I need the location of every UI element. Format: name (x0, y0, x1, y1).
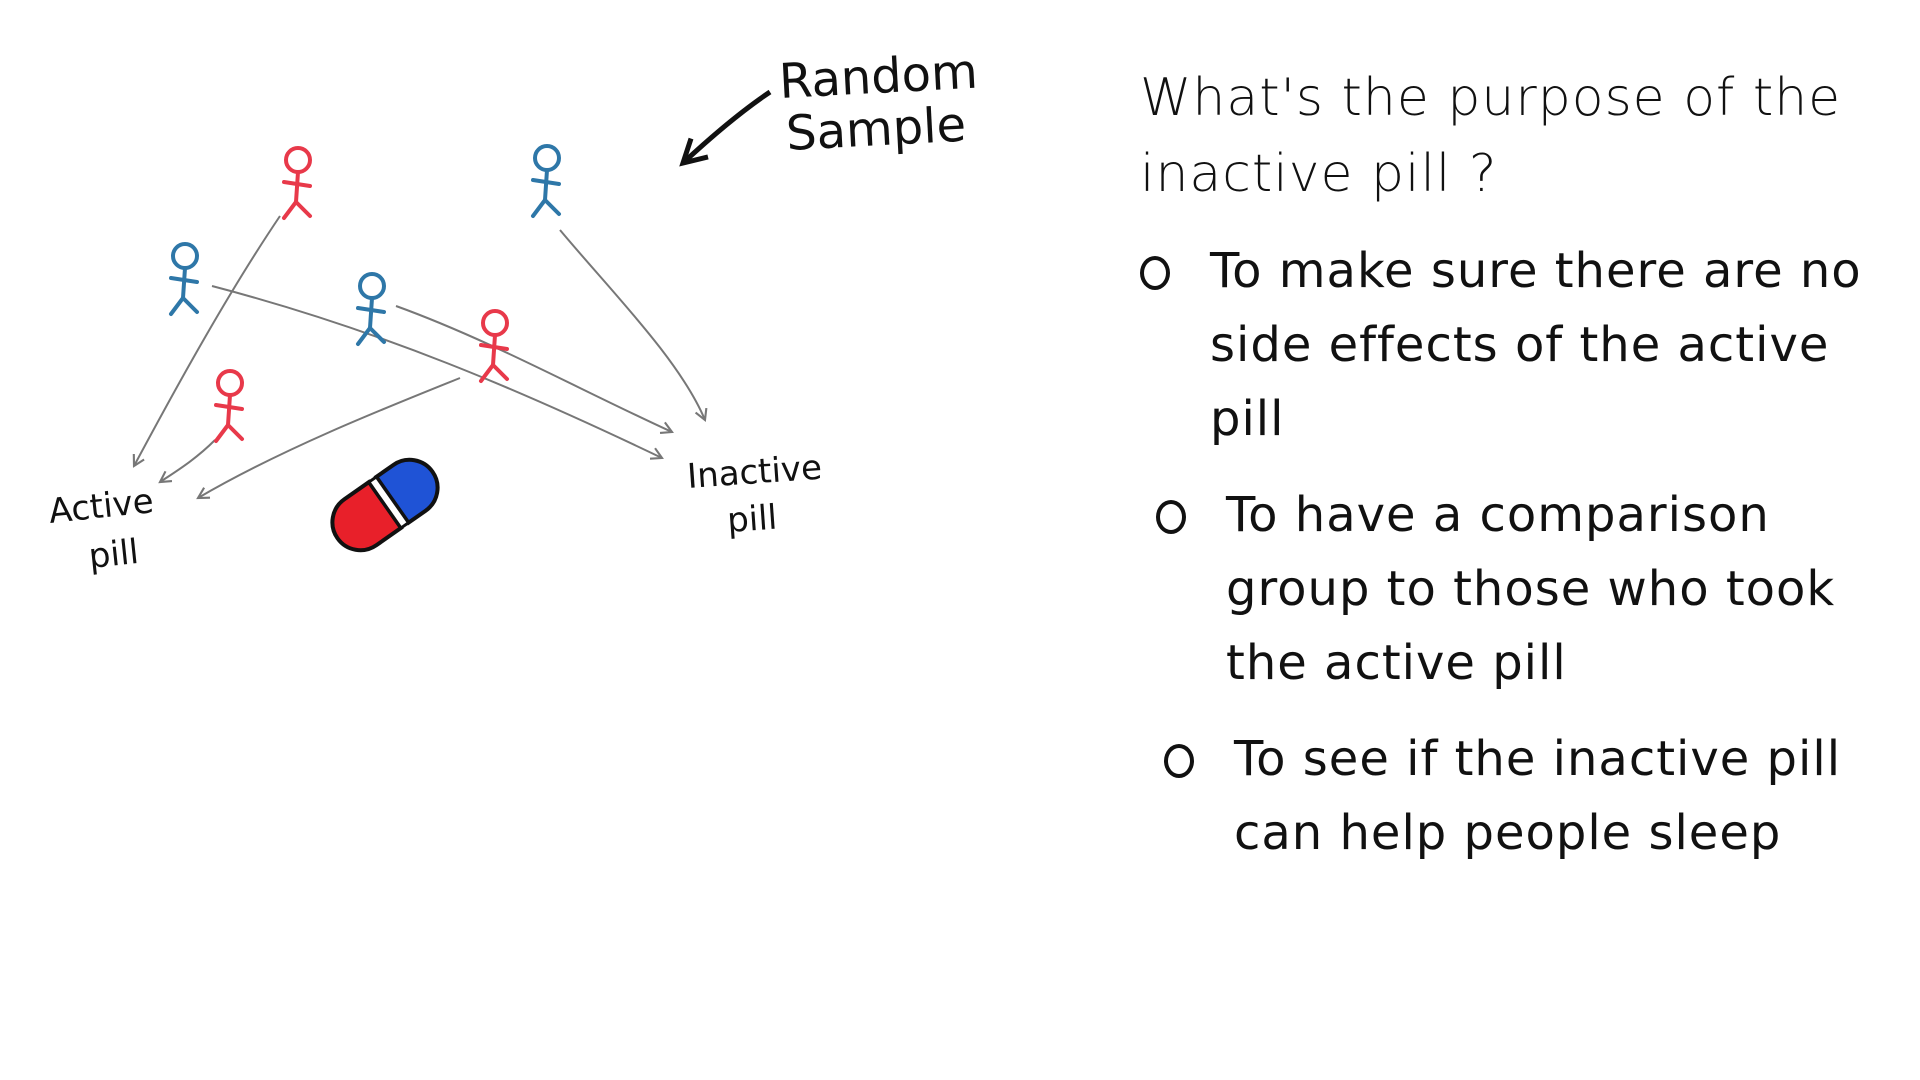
assignment-arrows (132, 215, 708, 500)
answer-option-3[interactable]: To see if the inactive pill can help peo… (1164, 722, 1900, 870)
radio-button-1[interactable] (1140, 256, 1170, 290)
arrow-person4-to-inactive (395, 305, 674, 434)
person-red-icon (214, 369, 244, 443)
answer-option-1[interactable]: To make sure there are no side effects o… (1140, 234, 1900, 456)
random-sample-arrow (683, 89, 772, 163)
answer-option-2[interactable]: To have a comparison group to those who … (1156, 478, 1900, 700)
radio-button-3[interactable] (1164, 744, 1194, 778)
question-panel: What's the purpose of the inactive pill … (1140, 60, 1900, 870)
inactive-pill-label-line2: pill (726, 498, 779, 541)
arrow-person2-to-inactive (559, 229, 708, 422)
answer-option-label-3[interactable]: To see if the inactive pill can help peo… (1234, 722, 1900, 870)
radio-button-2[interactable] (1156, 500, 1186, 534)
person-blue-icon (169, 242, 199, 316)
arrow-person5-to-active (158, 439, 216, 484)
person-blue-icon (356, 272, 386, 346)
person-blue-icon (531, 144, 561, 218)
arrow-person3-to-inactive (211, 285, 664, 460)
active-pill-label-line1: Active (47, 481, 156, 532)
answer-option-label-1[interactable]: To make sure there are no side effects o… (1210, 234, 1900, 456)
question-text: What's the purpose of the inactive pill … (1140, 68, 1842, 204)
inactive-pill-label-line1: Inactive (686, 448, 823, 497)
active-pill-label-line2: pill (87, 532, 141, 577)
capsule-pill-icon (330, 457, 440, 553)
person-red-icon (479, 309, 509, 383)
answer-option-label-2[interactable]: To have a comparison group to those who … (1226, 478, 1900, 700)
arrow-person1-to-active (132, 215, 281, 468)
person-red-icon (282, 146, 312, 220)
random-sample-label-line2: Sample (785, 97, 968, 162)
